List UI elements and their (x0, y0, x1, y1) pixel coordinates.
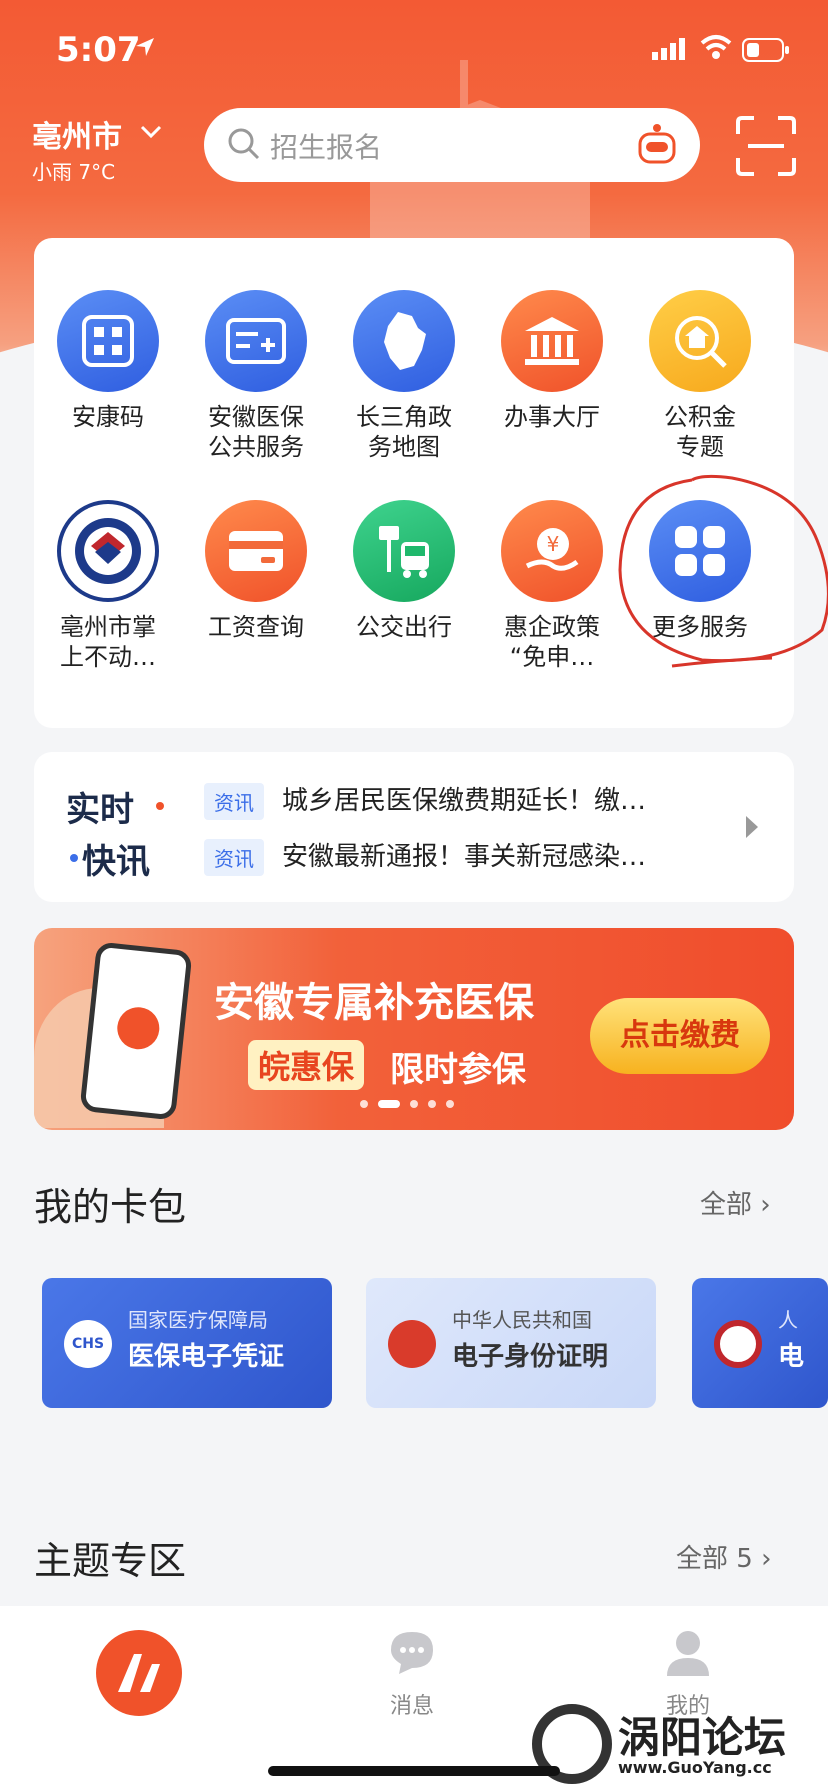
chevron-down-icon[interactable] (140, 124, 162, 140)
news-logo-line2: 快讯 (82, 842, 150, 882)
banner-tag: 皖惠保 (248, 1040, 365, 1090)
profile-icon (667, 1631, 709, 1676)
service-office-hall[interactable]: 办事大厅 (478, 290, 626, 432)
map-icon (353, 290, 455, 392)
tab-messages[interactable]: 消息 (352, 1628, 472, 1720)
news-tag: 资讯 (204, 839, 264, 876)
home-logo-icon[interactable] (96, 1630, 182, 1716)
news-logo-line1: 实时 (66, 790, 134, 830)
card-issuer: 国家医疗保障局 (128, 1308, 268, 1332)
card-issuer: 中华人民共和国 (452, 1308, 592, 1332)
hand-drawn-circle-annotation (618, 474, 828, 668)
housing-fund-icon (649, 290, 751, 392)
promo-banner[interactable]: 安徽专属补充医保 皖惠保 限时参保 点击缴费 (34, 928, 794, 1130)
bus-icon (353, 500, 455, 602)
chs-logo-icon: CHS (64, 1320, 112, 1368)
service-housing-fund[interactable]: 公积金 专题 (626, 290, 774, 462)
news-item[interactable]: 资讯 安徽最新通报！事关新冠感染… (204, 836, 646, 876)
search-icon (228, 128, 260, 160)
service-label: 安徽医保 公共服务 (208, 403, 304, 461)
national-emblem-icon (388, 1320, 436, 1368)
news-dot (70, 854, 78, 862)
service-label: 公积金 专题 (664, 403, 736, 461)
tab-label: 消息 (389, 1694, 434, 1719)
news-item[interactable]: 资讯 城乡居民医保缴费期延长！缴… (204, 780, 646, 820)
battery-icon (742, 38, 789, 62)
topics-title: 主题专区 (34, 1539, 187, 1583)
topics-all-link[interactable]: 全部 5 › (676, 1538, 771, 1575)
card-electronic-id[interactable]: 中华人民共和国 电子身份证明 (366, 1278, 656, 1408)
watermark-text: 涡阳论坛 (618, 1713, 787, 1762)
service-label: 工资查询 (208, 613, 304, 641)
card-partial[interactable]: 人 电 (692, 1278, 828, 1408)
carousel-indicator (360, 1100, 454, 1108)
wallet-card-icon (205, 500, 307, 602)
home-indicator[interactable] (268, 1766, 560, 1776)
news-dot (156, 802, 164, 810)
service-real-estate[interactable]: 亳州市掌 上不动… (34, 500, 182, 672)
service-label: 亳州市掌 上不动… (60, 613, 156, 671)
watermark-url: www.GuoYang.cc (618, 1758, 772, 1777)
play-arrow-icon[interactable] (744, 814, 760, 840)
banner-subtitle: 限时参保 (390, 1050, 526, 1090)
card-name: 电 (778, 1342, 805, 1372)
news-tag: 资讯 (204, 783, 264, 820)
status-time: 5:07 (56, 30, 141, 70)
app-logo-icon (115, 1005, 162, 1052)
card-logo-text: CHS (71, 1336, 105, 1352)
card-medical-voucher[interactable]: CHS 国家医疗保障局 医保电子凭证 (42, 1278, 332, 1408)
service-bus-travel[interactable]: 公交出行 (330, 500, 478, 642)
search-placeholder: 招生报名 (270, 131, 383, 164)
topics-all-label: 全部 5 (676, 1544, 753, 1574)
weather-text: 小雨 7°C (32, 160, 116, 184)
qr-code-icon (57, 290, 159, 392)
banner-title: 安徽专属补充医保 (214, 980, 534, 1026)
service-salary-query[interactable]: 工资查询 (182, 500, 330, 642)
search-bar[interactable]: 招生报名 (204, 108, 700, 182)
wallet-all-link[interactable]: 全部 › (700, 1184, 771, 1221)
service-yangtze-map[interactable]: 长三角政 务地图 (330, 290, 478, 462)
card-issuer: 人 (778, 1308, 798, 1332)
service-label: 惠企政策 “免申… (504, 613, 600, 671)
real-estate-registration-icon (57, 500, 159, 602)
city-selector[interactable]: 亳州市 (32, 112, 122, 156)
forum-watermark: 涡阳论坛 www.GuoYang.cc (528, 1700, 828, 1790)
service-anhui-medical[interactable]: 安徽医保 公共服务 (182, 290, 330, 462)
service-label: 安康码 (72, 403, 144, 431)
yuan-hand-icon: ¥ (501, 500, 603, 602)
government-building-icon (501, 290, 603, 392)
wallet-all-label: 全部 (700, 1190, 753, 1220)
scan-icon[interactable] (734, 114, 798, 178)
medical-card-icon (205, 290, 307, 392)
news-text: 城乡居民医保缴费期延长！缴… (282, 786, 647, 816)
card-name: 电子身份证明 (452, 1342, 609, 1372)
wifi-icon (700, 35, 732, 59)
robot-assistant-icon[interactable] (634, 122, 680, 168)
social-security-icon (714, 1320, 762, 1368)
status-bar: 5:07 (0, 0, 828, 100)
phone-illustration (79, 941, 193, 1121)
pay-now-button[interactable]: 点击缴费 (590, 998, 770, 1074)
card-name: 医保电子凭证 (128, 1342, 285, 1372)
cellular-signal-icon (652, 38, 685, 60)
service-label: 办事大厅 (504, 403, 600, 431)
wallet-title: 我的卡包 (34, 1185, 187, 1229)
news-ticker[interactable]: 实时 快讯 资讯 城乡居民医保缴费期延长！缴… 资讯 安徽最新通报！事关新冠感染… (34, 752, 794, 902)
news-text: 安徽最新通报！事关新冠感染… (282, 842, 647, 872)
service-label: 公交出行 (356, 613, 452, 641)
message-icon (391, 1632, 433, 1674)
location-arrow-icon (136, 38, 154, 56)
svg-text:¥: ¥ (547, 532, 560, 556)
service-label: 长三角政 务地图 (356, 403, 452, 461)
service-enterprise-policy[interactable]: ¥ 惠企政策 “免申… (478, 500, 626, 672)
service-ankang-code[interactable]: 安康码 (34, 290, 182, 432)
